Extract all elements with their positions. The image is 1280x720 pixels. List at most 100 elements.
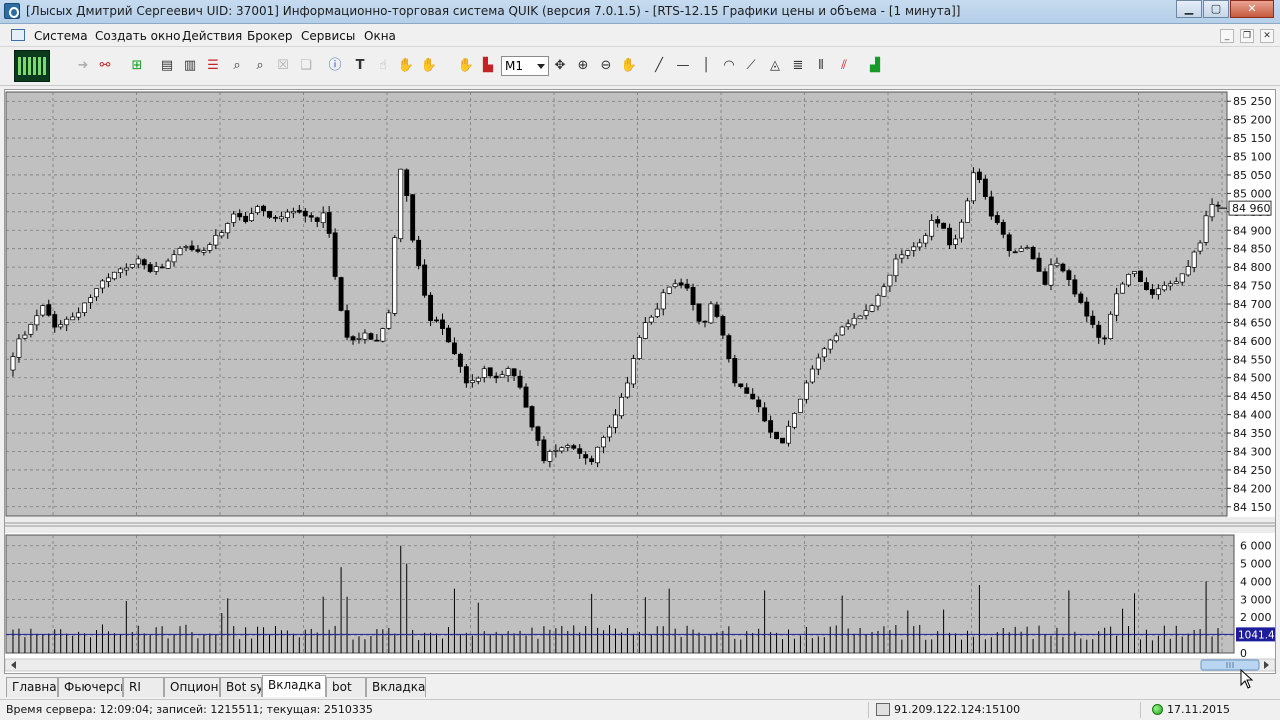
add-window-icon[interactable]: ⊞ — [128, 58, 146, 74]
vline-icon[interactable]: │ — [697, 58, 715, 74]
tab-ri[interactable]: RI — [123, 677, 164, 697]
candle-body — [666, 286, 672, 294]
candle — [774, 431, 780, 440]
hand-icon[interactable]: ✋ — [457, 58, 475, 74]
text-icon[interactable]: T — [351, 58, 369, 74]
trendline-icon[interactable]: ╱ — [650, 58, 668, 74]
hline-icon[interactable]: — — [674, 58, 692, 74]
candle — [720, 314, 726, 340]
candle-body — [1072, 279, 1078, 295]
candle-body — [1048, 264, 1054, 286]
price-tick-label: 84 500 — [1233, 372, 1272, 385]
menu-sistema[interactable]: Система — [34, 29, 88, 43]
candle-body — [535, 426, 541, 441]
candles-icon[interactable]: ▟ — [866, 58, 884, 74]
candle-body — [332, 232, 338, 277]
window-menu-icon[interactable] — [11, 29, 25, 41]
candle-body — [231, 213, 237, 223]
tab-vkladka-8[interactable]: Вкладка 8 — [366, 677, 426, 697]
arrow-right-icon[interactable]: ➜ — [74, 58, 92, 74]
candle-body — [434, 319, 439, 322]
mdi-restore-button[interactable]: ❐ — [1240, 29, 1254, 43]
find-icon[interactable]: ⌕ — [251, 58, 269, 74]
horizontal-scrollbar[interactable] — [5, 658, 1275, 672]
candle-body — [923, 235, 929, 244]
tab-options[interactable]: Опционы — [164, 677, 220, 697]
arc-icon[interactable]: ◠ — [720, 58, 738, 74]
pan-icon[interactable]: ✋ — [620, 58, 638, 74]
fan-icon[interactable]: ⟋ — [742, 58, 760, 74]
tab-glavnaya[interactable]: Главная — [6, 677, 58, 697]
table-icon[interactable]: ▤ — [158, 58, 176, 74]
candle-body — [123, 267, 129, 271]
menu-services[interactable]: Сервисы — [301, 29, 355, 43]
chart-canvas[interactable]: 85 250 85 200 85 150 85 100 85 050 85 000 84 9… — [5, 90, 1275, 673]
candle-body — [457, 353, 463, 367]
maximize-button[interactable]: ▢ — [1203, 0, 1229, 18]
menu-windows[interactable]: Окна — [364, 29, 396, 43]
info-icon[interactable]: ⓘ — [326, 58, 344, 74]
tab-bot-sys[interactable]: Bot sys — [220, 677, 262, 697]
candle-body — [416, 239, 422, 267]
parallel-icon[interactable]: ⫽ — [835, 58, 853, 74]
network-icon — [876, 703, 890, 716]
zoom-out-icon[interactable]: ⊖ — [597, 58, 615, 74]
logo-icon[interactable] — [14, 50, 50, 82]
zoom-in-icon[interactable]: ⊕ — [574, 58, 592, 74]
channel-icon[interactable]: ≣ — [789, 58, 807, 74]
candle-body — [529, 406, 535, 428]
candle-body — [565, 445, 571, 448]
candle — [792, 412, 797, 430]
hand-alt-icon[interactable]: ✋ — [420, 58, 438, 74]
quotes-icon[interactable]: ▥ — [181, 58, 199, 74]
candle-body — [642, 322, 648, 339]
price-tick-label: 85 050 — [1233, 169, 1272, 182]
candle-body — [1203, 215, 1209, 243]
candle-body — [941, 222, 947, 229]
price-tick-label: 84 750 — [1233, 280, 1272, 293]
tab-futures[interactable]: Фьючерсы — [58, 677, 123, 697]
mdi-close-button[interactable]: ✕ — [1260, 29, 1274, 43]
close-button[interactable]: ✕ — [1230, 0, 1274, 18]
triangle-icon[interactable]: ◬ — [766, 58, 784, 74]
copy-icon[interactable]: ❏ — [297, 58, 315, 74]
search-icon[interactable]: ⌕ — [228, 58, 246, 74]
candle-body — [696, 303, 702, 322]
menu-create-window[interactable]: Создать окно — [95, 29, 180, 43]
candle-body — [1060, 263, 1066, 272]
hand-icon[interactable]: ✋ — [397, 58, 415, 74]
candle-body — [636, 337, 642, 359]
tab-vkladka-7[interactable]: Вкладка 7 — [262, 675, 326, 697]
timeframe-select[interactable]: M1 — [501, 56, 549, 76]
candle — [696, 303, 702, 325]
candle-body — [947, 227, 953, 246]
volume-level-label: 1041.44 — [1238, 629, 1275, 641]
candle-body — [159, 266, 165, 269]
candle-body — [153, 266, 159, 272]
candle-body — [613, 414, 618, 428]
candle-body — [278, 216, 284, 220]
candle-body — [792, 413, 797, 428]
list-icon[interactable]: ☰ — [204, 58, 222, 74]
candle-body — [1161, 285, 1167, 291]
candle — [529, 405, 535, 431]
tab-bot[interactable]: bot — [326, 677, 366, 697]
candle-body — [732, 358, 738, 384]
candle-body — [899, 254, 905, 259]
grid-icon[interactable]: ⦀ — [812, 58, 830, 74]
candle-body — [887, 274, 893, 287]
mdi-minimize-button[interactable]: _ — [1220, 29, 1234, 43]
cancel-icon[interactable]: ☒ — [274, 58, 292, 74]
current-price-label: 84 960 — [1232, 202, 1271, 215]
hand-up-icon[interactable]: ☝ — [374, 58, 392, 74]
menu-broker[interactable]: Брокер — [247, 29, 292, 43]
candle-body — [398, 168, 404, 240]
menu-actions[interactable]: Действия — [182, 29, 242, 43]
candle-body — [744, 387, 750, 394]
candle-body — [314, 217, 320, 222]
connect-icon[interactable]: ⚯ — [96, 58, 114, 74]
minimize-button[interactable]: ▁ — [1176, 0, 1202, 18]
scrollbar-track — [5, 658, 1275, 672]
bar-chart-icon[interactable]: ▙ — [479, 58, 497, 74]
move-icon[interactable]: ✥ — [551, 58, 569, 74]
